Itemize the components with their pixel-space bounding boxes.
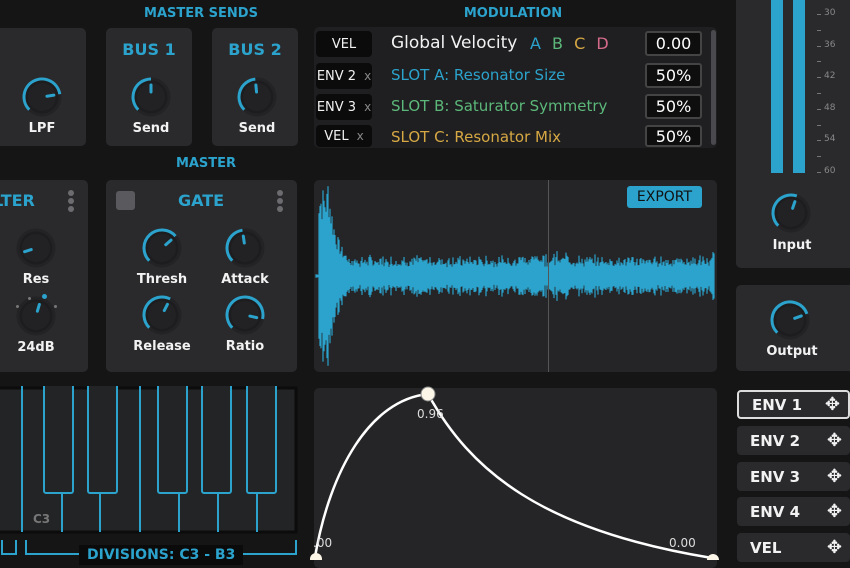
env-source-env3[interactable]: ENV 3 ✥ — [737, 462, 850, 491]
black-key — [43, 386, 74, 494]
drag-move-icon[interactable]: ✥ — [827, 537, 842, 558]
drag-move-icon[interactable]: ✥ — [827, 501, 842, 522]
envelope-start-handle[interactable] — [310, 553, 322, 560]
envelope-end-handle[interactable] — [707, 554, 719, 560]
envelope-peak-handle[interactable] — [420, 386, 436, 402]
env-label: ENV 3 — [750, 467, 801, 486]
env-label: ENV 1 — [752, 395, 803, 414]
black-key — [87, 386, 118, 494]
black-key — [201, 386, 232, 494]
drag-move-icon[interactable]: ✥ — [825, 394, 840, 415]
divisions-label: DIVISIONS: C3 - B3 — [79, 545, 244, 565]
env-source-vel[interactable]: VEL ✥ — [737, 533, 850, 562]
c3-key-label: C3 — [33, 512, 51, 526]
env-label: ENV 4 — [750, 502, 801, 521]
keyboard[interactable] — [0, 386, 300, 560]
drag-move-icon[interactable]: ✥ — [827, 430, 842, 451]
env-source-env2[interactable]: ENV 2 ✥ — [737, 426, 850, 455]
envelope-end-value: 0.00 — [669, 536, 696, 550]
envelope-peak-value: 0.96 — [417, 407, 444, 421]
env-label: VEL — [750, 538, 782, 557]
env-source-env1[interactable]: ENV 1 ✥ — [737, 390, 850, 419]
env-label: ENV 2 — [750, 431, 801, 450]
env-source-env4[interactable]: ENV 4 ✥ — [737, 497, 850, 526]
envelope-start-value: .00 — [313, 536, 333, 550]
drag-move-icon[interactable]: ✥ — [827, 466, 842, 487]
black-key — [157, 386, 188, 494]
black-key — [246, 386, 277, 494]
